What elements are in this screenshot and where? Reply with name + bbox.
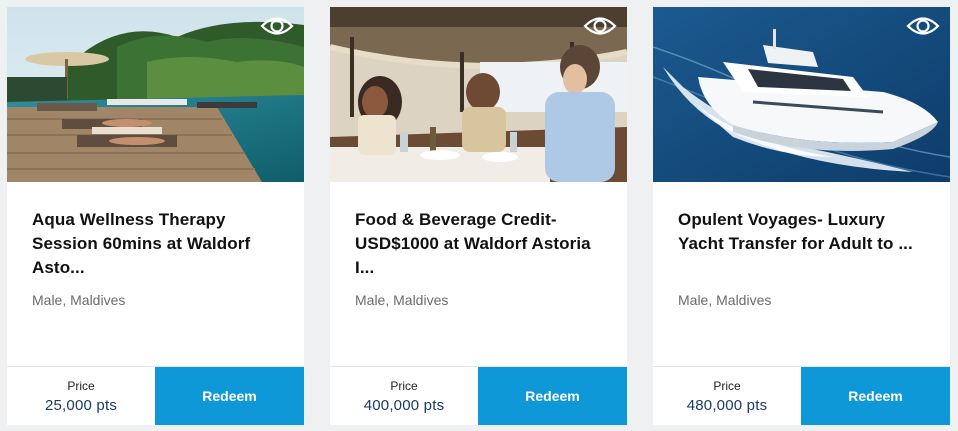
reward-image[interactable] (330, 7, 627, 182)
card-body: Opulent Voyages- Luxury Yacht Transfer f… (653, 182, 950, 367)
rewards-grid: Aqua Wellness Therapy Session 60mins at … (0, 0, 958, 431)
price-value: 400,000 pts (363, 396, 445, 414)
redeem-button[interactable]: Redeem (801, 367, 950, 425)
eye-icon[interactable] (260, 13, 294, 39)
card-body: Food & Beverage Credit- USD$1000 at Wald… (330, 182, 627, 367)
reward-title[interactable]: Food & Beverage Credit- USD$1000 at Wald… (355, 208, 603, 280)
redeem-button[interactable]: Redeem (478, 367, 627, 425)
price-block: Price 400,000 pts (330, 367, 478, 425)
price-label: Price (67, 378, 95, 393)
reward-location: Male, Maldives (32, 292, 126, 308)
reward-title-link[interactable]: Opulent Voyages- Luxury Yacht Transfer f… (678, 210, 913, 253)
reward-card[interactable]: Food & Beverage Credit- USD$1000 at Wald… (330, 7, 627, 425)
price-label: Price (390, 378, 418, 393)
card-footer: Price 480,000 pts Redeem (653, 366, 950, 425)
reward-card[interactable]: Opulent Voyages- Luxury Yacht Transfer f… (653, 7, 950, 425)
reward-image[interactable] (7, 7, 304, 182)
card-footer: Price 25,000 pts Redeem (7, 366, 304, 425)
reward-location: Male, Maldives (678, 292, 772, 308)
price-value: 25,000 pts (44, 396, 118, 414)
reward-title-link[interactable]: Aqua Wellness Therapy Session 60mins at … (32, 210, 250, 277)
redeem-button[interactable]: Redeem (155, 367, 304, 425)
card-footer: Price 400,000 pts Redeem (330, 366, 627, 425)
reward-title[interactable]: Opulent Voyages- Luxury Yacht Transfer f… (678, 208, 926, 280)
reward-location: Male, Maldives (355, 292, 449, 308)
eye-icon[interactable] (583, 13, 617, 39)
price-value: 480,000 pts (686, 396, 768, 414)
eye-icon[interactable] (906, 13, 940, 39)
price-label: Price (713, 378, 741, 393)
price-block: Price 480,000 pts (653, 367, 801, 425)
reward-title-link[interactable]: Food & Beverage Credit- USD$1000 at Wald… (355, 210, 591, 277)
card-body: Aqua Wellness Therapy Session 60mins at … (7, 182, 304, 367)
reward-title[interactable]: Aqua Wellness Therapy Session 60mins at … (32, 208, 280, 280)
reward-image[interactable] (653, 7, 950, 182)
reward-card[interactable]: Aqua Wellness Therapy Session 60mins at … (7, 7, 304, 425)
price-block: Price 25,000 pts (7, 367, 155, 425)
